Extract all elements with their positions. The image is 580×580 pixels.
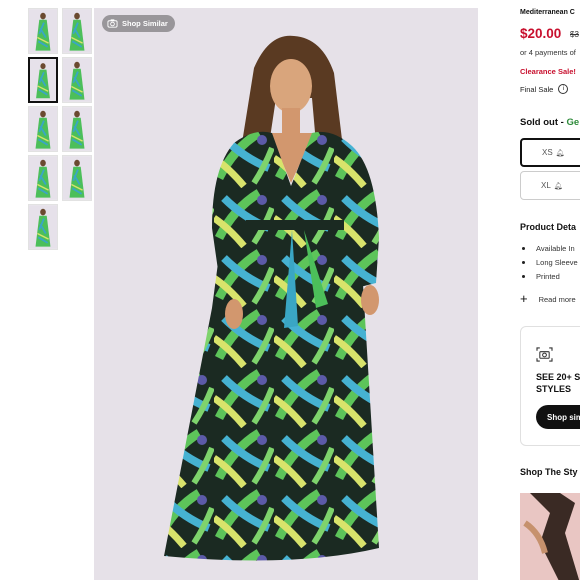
thumbnail-image bbox=[29, 205, 57, 249]
style-product-thumbnail[interactable] bbox=[520, 493, 580, 580]
camera-scan-icon bbox=[536, 347, 553, 362]
product-details-heading: Product Deta bbox=[520, 222, 577, 232]
see-styles-line1: SEE 20+ S bbox=[536, 372, 580, 382]
thumb-2[interactable] bbox=[62, 8, 92, 54]
detail-item: Available In bbox=[520, 241, 578, 255]
style-product-image bbox=[520, 493, 580, 580]
thumbnail-image bbox=[63, 9, 91, 53]
shop-similar-card: SEE 20+ S STYLES Shop sim bbox=[520, 326, 580, 446]
see-styles-line2: STYLES bbox=[536, 384, 572, 394]
see-styles-text: SEE 20+ S STYLES bbox=[536, 371, 580, 395]
product-info-panel: Mediterranean C $20.00 $3 or 4 payments … bbox=[520, 0, 580, 580]
sale-price: $20.00 bbox=[520, 26, 562, 41]
thumbnail-image bbox=[63, 156, 91, 200]
thumbnail-image bbox=[63, 107, 91, 151]
clearance-badge: Clearance Sale! bbox=[520, 67, 576, 76]
shop-the-style-heading: Shop The Sty bbox=[520, 467, 578, 477]
camera-icon bbox=[107, 19, 118, 28]
thumb-5[interactable] bbox=[28, 106, 58, 152]
size-option-xl[interactable]: XL 🔔︎ bbox=[520, 171, 580, 200]
final-sale-label: Final Sale bbox=[520, 84, 554, 94]
bell-icon: 🔔︎ bbox=[553, 182, 563, 190]
original-price: $3 bbox=[570, 30, 579, 39]
detail-item: Long Sleeve bbox=[520, 255, 578, 269]
read-more-label: Read more bbox=[538, 294, 576, 304]
model-dress-photo bbox=[94, 8, 478, 580]
size-label-xl: XL bbox=[541, 181, 551, 190]
sold-out-prefix: Sold out - bbox=[520, 117, 567, 128]
size-option-xs[interactable]: XS 🔔︎ bbox=[520, 138, 580, 167]
final-sale-row: Final Sale i bbox=[520, 84, 569, 94]
read-more-link[interactable]: + Read more bbox=[520, 291, 576, 306]
thumbnail-image bbox=[63, 58, 91, 102]
thumbnail-image bbox=[30, 60, 56, 100]
thumbnail-image bbox=[29, 9, 57, 53]
thumb-1[interactable] bbox=[28, 8, 58, 54]
shop-similar-button[interactable]: Shop Similar bbox=[102, 15, 175, 32]
product-title: Mediterranean C bbox=[520, 9, 575, 16]
thumb-4[interactable] bbox=[62, 57, 92, 103]
main-product-image[interactable]: Shop Similar bbox=[94, 8, 478, 580]
installment-text: or 4 payments of bbox=[520, 48, 576, 57]
thumb-7[interactable] bbox=[28, 155, 58, 201]
thumbnail-image bbox=[29, 107, 57, 151]
bell-icon: 🔔︎ bbox=[555, 149, 565, 157]
info-icon[interactable]: i bbox=[558, 84, 569, 94]
shop-similar-card-button[interactable]: Shop sim bbox=[536, 405, 580, 429]
thumbnail-image bbox=[29, 156, 57, 200]
thumb-8[interactable] bbox=[62, 155, 92, 201]
plus-icon: + bbox=[520, 291, 528, 306]
thumb-6[interactable] bbox=[62, 106, 92, 152]
thumb-3[interactable] bbox=[28, 57, 58, 103]
shop-similar-label: Shop Similar bbox=[122, 19, 168, 28]
sold-out-suffix: Ge bbox=[566, 117, 580, 128]
sold-out-status: Sold out - Ge bbox=[520, 117, 579, 128]
size-label-xs: XS bbox=[542, 148, 553, 157]
product-details-list: Available In Long Sleeve Printed bbox=[520, 241, 578, 283]
detail-item: Printed bbox=[520, 269, 578, 283]
thumb-9[interactable] bbox=[28, 204, 58, 250]
